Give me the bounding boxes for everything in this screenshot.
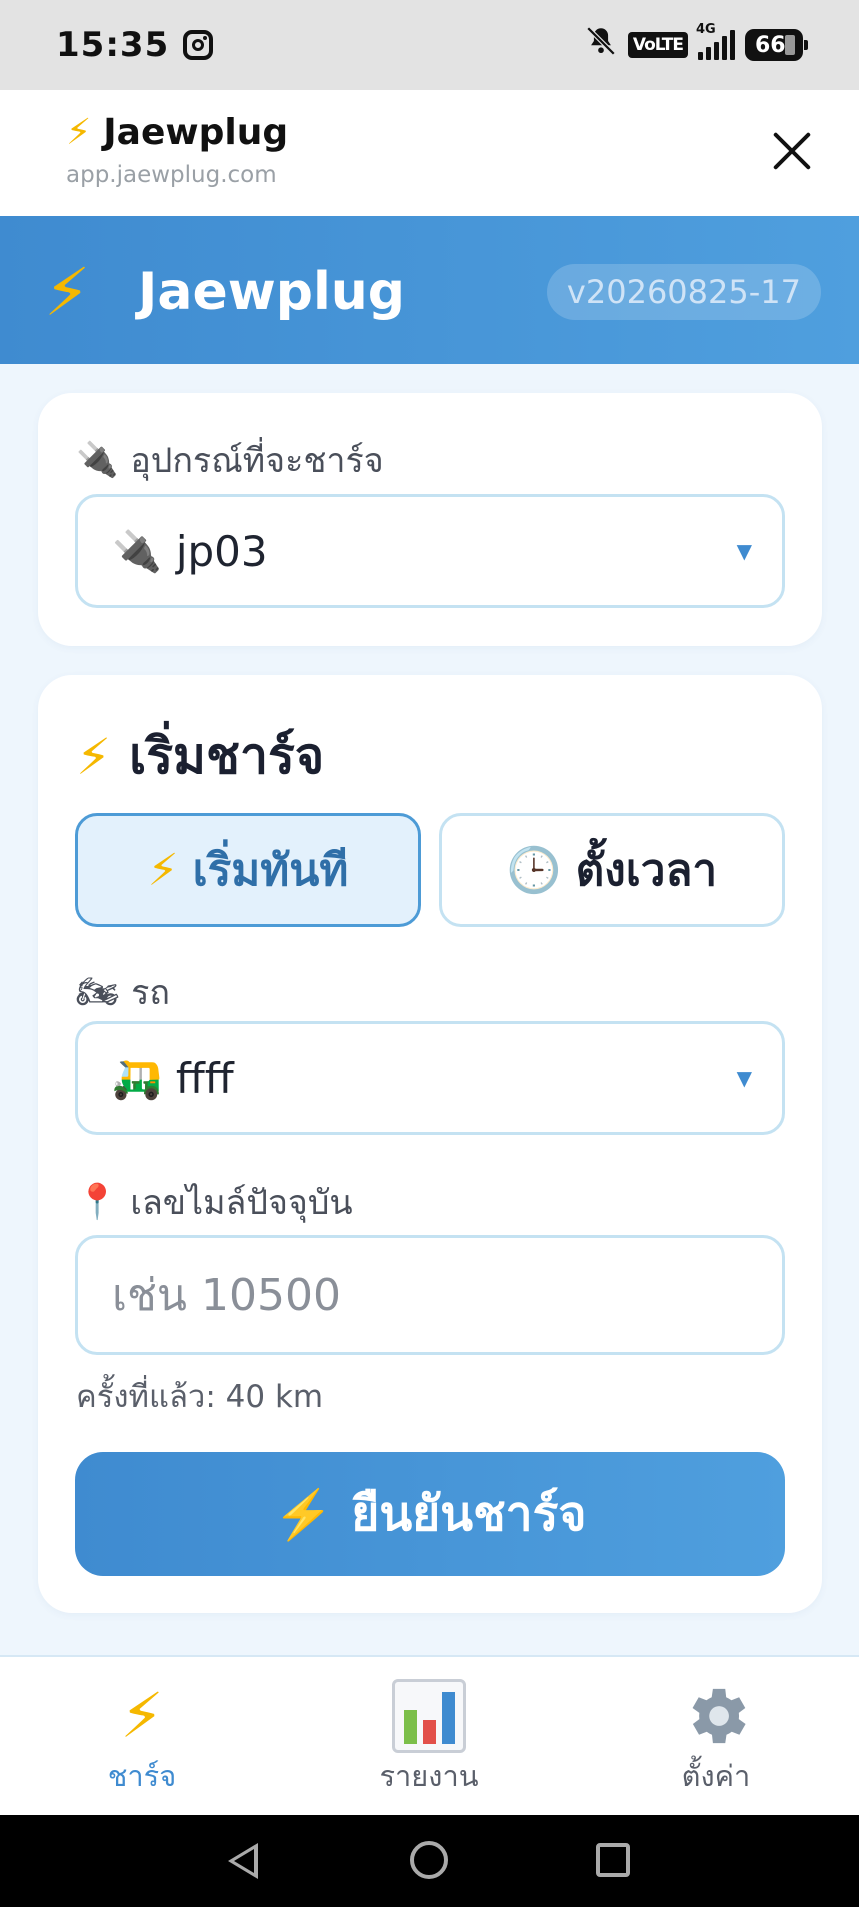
odometer-label: 📍 เลขไมล์ปัจจุบัน xyxy=(76,1175,353,1229)
last-odometer-hint: ครั้งที่แล้ว: 40 km xyxy=(76,1379,324,1415)
version-badge: v20260825-17 xyxy=(546,264,821,320)
mode-timer-button[interactable]: 🕒 ตั้งเวลา xyxy=(439,813,785,927)
bolt-icon: ⚡ xyxy=(66,112,92,153)
chevron-down-icon: ▼ xyxy=(736,539,752,563)
bolt-icon: ⚡ xyxy=(76,727,112,786)
battery-level: 66 xyxy=(755,32,786,58)
plug-icon: 🔌 xyxy=(76,440,119,480)
motorcycle-icon: 🏍 xyxy=(76,972,120,1012)
nav-settings[interactable]: ตั้งค่า xyxy=(616,1679,816,1799)
gear-icon xyxy=(679,1679,753,1755)
close-icon[interactable] xyxy=(771,130,813,172)
nav-settings-label: ตั้งค่า xyxy=(681,1759,751,1793)
vehicle-label-text: รถ xyxy=(131,973,171,1013)
instagram-icon xyxy=(183,30,214,60)
device-card: 🔌 อุปกรณ์ที่จะชาร์จ 🔌 jp03 ▼ xyxy=(38,393,822,646)
status-bar: 15:35 VoLTE 4G 66 xyxy=(0,0,859,90)
clock-icon: 🕒 xyxy=(506,845,562,896)
status-time: 15:35 xyxy=(56,25,170,65)
home-icon[interactable] xyxy=(410,1841,448,1879)
app-header: ⚡ Jaewplug v20260825-17 xyxy=(0,216,859,364)
pin-icon: 📍 xyxy=(76,1182,119,1222)
device-selected-value: jp03 xyxy=(175,526,268,576)
bolt-icon: ⚡ xyxy=(273,1488,334,1542)
nav-charge[interactable]: ⚡ ชาร์จ xyxy=(42,1679,242,1799)
confirm-charge-button[interactable]: ⚡ ยืนยันชาร์จ xyxy=(75,1452,785,1576)
bolt-icon: ⚡ xyxy=(120,1679,164,1752)
battery-icon: 66 xyxy=(745,29,808,61)
bar-chart-icon xyxy=(392,1679,466,1755)
nav-report-label: รายงาน xyxy=(379,1759,479,1793)
nav-charge-label: ชาร์จ xyxy=(107,1759,177,1793)
chevron-down-icon: ▼ xyxy=(736,1066,752,1090)
confirm-charge-label: ยืนยันชาร์จ xyxy=(351,1488,587,1541)
signal-icon: 4G xyxy=(696,22,735,60)
odometer-input[interactable] xyxy=(75,1235,785,1355)
charge-card-title: ⚡ เริ่มชาร์จ xyxy=(76,717,324,796)
system-nav-bar xyxy=(0,1815,859,1907)
browser-title-text: Jaewplug xyxy=(103,112,289,153)
back-icon[interactable] xyxy=(228,1843,258,1879)
vehicle-select[interactable]: 🛺 ffff ▼ xyxy=(75,1021,785,1135)
bell-off-icon xyxy=(584,24,618,66)
mode-now-button[interactable]: ⚡ เริ่มทันที xyxy=(75,813,421,927)
device-label-text: อุปกรณ์ที่จะชาร์จ xyxy=(130,441,384,481)
odometer-label-text: เลขไมล์ปัจจุบัน xyxy=(130,1183,353,1223)
browser-header: ⚡ Jaewplug app.jaewplug.com xyxy=(0,90,859,216)
tuk-tuk-icon: 🛺 xyxy=(112,1055,162,1102)
status-left: 15:35 xyxy=(56,25,214,65)
recent-apps-icon[interactable] xyxy=(596,1843,630,1877)
bolt-icon: ⚡ xyxy=(147,844,179,896)
network-type: 4G xyxy=(696,22,716,37)
charge-card-title-text: เริ่มชาร์จ xyxy=(129,727,325,785)
plug-icon: 🔌 xyxy=(112,528,162,575)
device-select[interactable]: 🔌 jp03 ▼ xyxy=(75,494,785,608)
vehicle-label: 🏍 รถ xyxy=(76,965,170,1019)
app-title: Jaewplug xyxy=(138,262,406,322)
bottom-nav: ⚡ ชาร์จ รายงาน ตั้งค่า xyxy=(0,1655,859,1815)
status-right: VoLTE 4G 66 xyxy=(584,22,808,66)
charge-card: ⚡ เริ่มชาร์จ ⚡ เริ่มทันที 🕒 ตั้งเวลา 🏍 ร… xyxy=(38,675,822,1613)
mode-timer-label: ตั้งเวลา xyxy=(575,845,718,896)
browser-url: app.jaewplug.com xyxy=(66,162,277,188)
nav-report[interactable]: รายงาน xyxy=(329,1679,529,1799)
device-label: 🔌 อุปกรณ์ที่จะชาร์จ xyxy=(76,433,384,487)
mode-now-label: เริ่มทันที xyxy=(192,845,349,896)
browser-title: ⚡ Jaewplug xyxy=(66,112,288,153)
volte-badge: VoLTE xyxy=(627,32,688,58)
bolt-icon: ⚡ xyxy=(44,254,91,331)
vehicle-selected-value: ffff xyxy=(175,1053,234,1103)
